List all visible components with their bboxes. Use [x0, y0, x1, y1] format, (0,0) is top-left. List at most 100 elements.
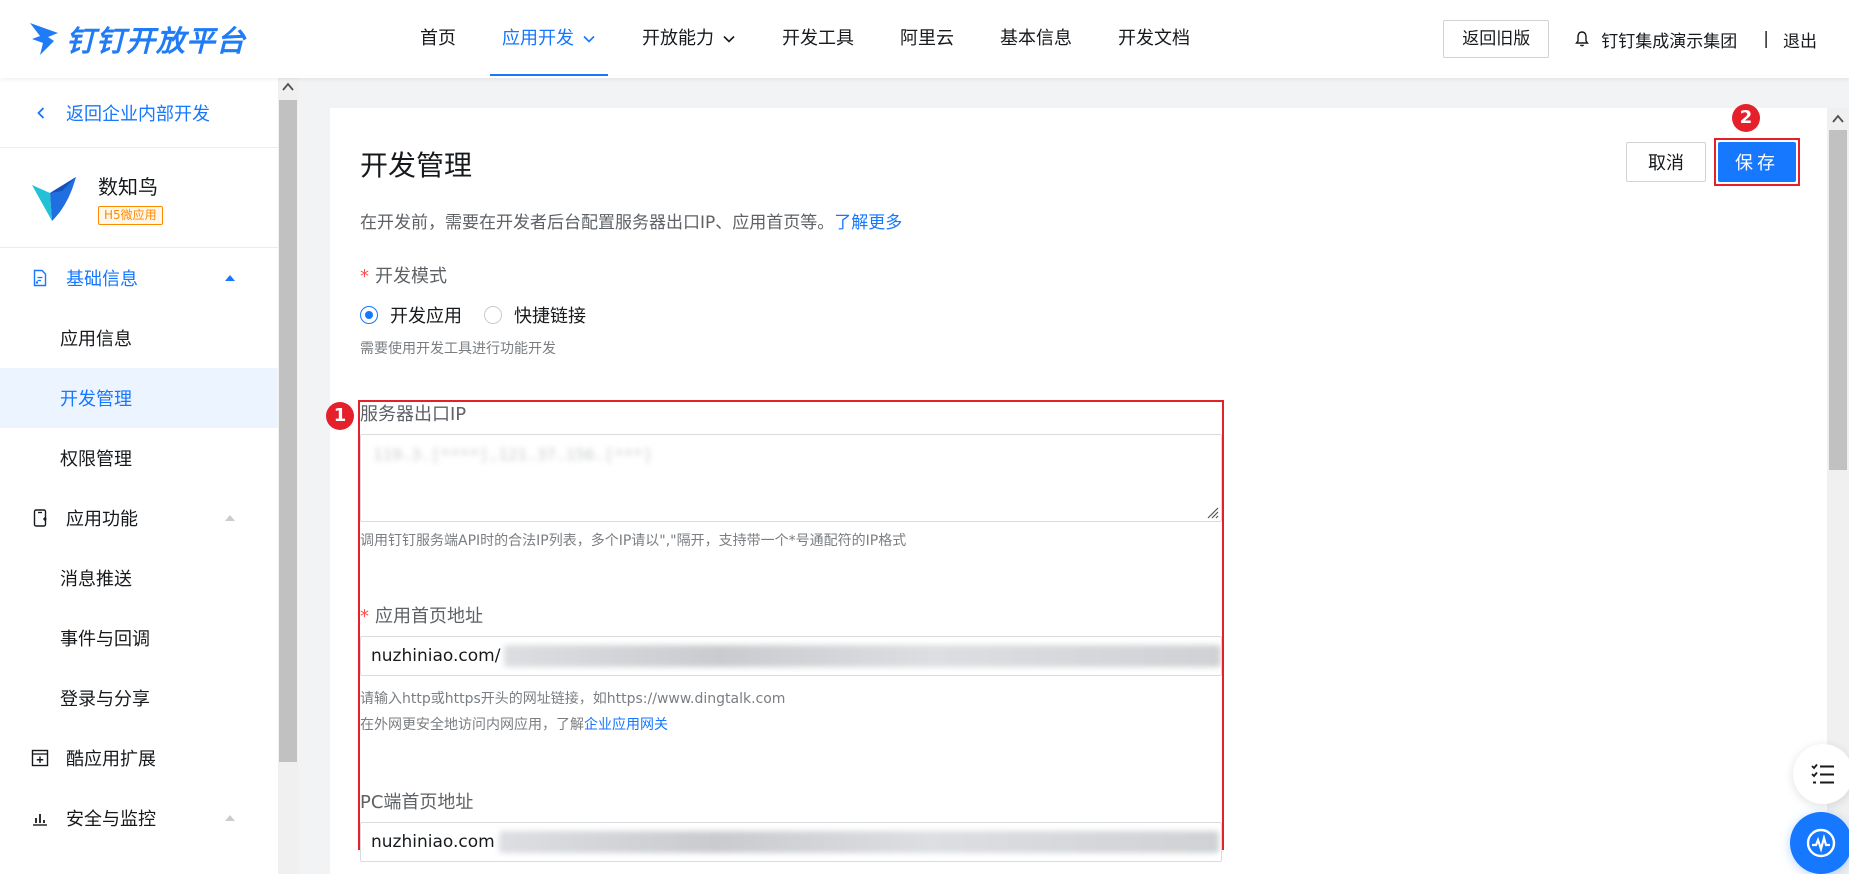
learn-more-link[interactable]: 了解更多 — [834, 213, 902, 233]
nav-item-dev-docs[interactable]: 开发文档 — [1118, 0, 1190, 78]
sidebar-group-cool-app-extension[interactable]: 酷应用扩展 — [0, 728, 278, 788]
caret-up-icon — [225, 275, 235, 281]
chevron-down-icon — [723, 35, 735, 43]
radio-label[interactable]: 开发应用 — [390, 302, 462, 328]
label-text: 开发模式 — [375, 266, 447, 287]
nav-label: 开发文档 — [1118, 28, 1190, 49]
scroll-up-arrow-icon[interactable] — [282, 82, 294, 92]
back-to-internal-dev-link[interactable]: 返回企业内部开发 — [0, 78, 278, 148]
nav-label: 基本信息 — [1000, 28, 1072, 49]
required-mark: * — [360, 606, 369, 627]
dev-mode-radio-group: 开发应用 快捷链接 — [360, 302, 586, 328]
enterprise-gateway-link[interactable]: 企业应用网关 — [584, 717, 668, 733]
group-label: 安全与监控 — [66, 809, 156, 830]
dev-mode-label: * 开发模式 — [360, 262, 447, 288]
nav-label: 阿里云 — [900, 28, 954, 49]
cancel-button[interactable]: 取消 — [1626, 142, 1706, 182]
bar-chart-icon — [33, 814, 47, 826]
back-to-old-version-button[interactable]: 返回旧版 — [1443, 20, 1550, 58]
sidebar-scrollbar[interactable] — [278, 78, 298, 874]
redacted-text — [498, 831, 1219, 853]
nav-right-area: 返回旧版 钉钉集成演示集团 | 退出 — [1443, 0, 1849, 78]
radio-label[interactable]: 快捷链接 — [514, 302, 586, 328]
item-label: 应用信息 — [60, 329, 132, 350]
pc-url-label: PC端首页地址 — [360, 792, 474, 813]
checklist-float-button[interactable] — [1793, 744, 1849, 804]
label-text: 应用首页地址 — [375, 606, 483, 627]
group-label: 应用功能 — [66, 509, 138, 530]
group-label: 基础信息 — [66, 269, 138, 290]
sidebar-group-app-features[interactable]: 应用功能 — [0, 488, 278, 548]
item-label: 开发管理 — [60, 389, 132, 410]
brand-logo[interactable]: 钉钉开放平台 — [28, 18, 246, 60]
required-mark: * — [360, 266, 369, 287]
caret-up-icon — [225, 815, 235, 821]
home-url-hint: 请输入http或https开头的网址链接，如https://www.dingta… — [360, 686, 785, 738]
main-nav: 首页 应用开发 开放能力 开发工具 阿里云 基本信息 开发文档 — [420, 0, 1236, 78]
sidebar-item-dev-management[interactable]: 开发管理 — [0, 368, 278, 428]
logout-link[interactable]: 退出 — [1783, 27, 1817, 52]
redacted-text — [504, 645, 1221, 667]
sidebar: 返回企业内部开发 数知鸟 H5微应用 基础信息 应用信息 开发管理 权限管理 应… — [0, 78, 278, 874]
sidebar-item-events-callbacks[interactable]: 事件与回调 — [0, 608, 278, 668]
divider: | — [1763, 29, 1769, 49]
item-label: 权限管理 — [60, 449, 132, 470]
hint-line-2: 在外网更安全地访问内网应用，了解企业应用网关 — [360, 712, 785, 738]
nav-item-basic-info[interactable]: 基本信息 — [1000, 0, 1072, 78]
plus-box-icon — [31, 749, 49, 767]
nav-item-app-dev[interactable]: 应用开发 — [490, 0, 608, 78]
page-description: 在开发前，需要在开发者后台配置服务器出口IP、应用首页等。了解更多 — [360, 208, 902, 233]
pc-url-input[interactable]: nuzhiniao.com — [360, 822, 1222, 862]
hint-line-1: 请输入http或https开头的网址链接，如https://www.dingta… — [360, 691, 786, 707]
page-title: 开发管理 — [360, 149, 473, 182]
annotation-badge-1: 1 — [326, 402, 354, 430]
assistant-bot-icon — [1806, 828, 1836, 858]
caret-up-icon — [225, 515, 235, 521]
bell-icon[interactable] — [1573, 30, 1591, 48]
nav-label: 应用开发 — [502, 28, 574, 49]
server-ip-label: 服务器出口IP — [360, 404, 467, 425]
nav-item-home[interactable]: 首页 — [420, 0, 456, 78]
sidebar-item-login-share[interactable]: 登录与分享 — [0, 668, 278, 728]
sidebar-group-security-monitoring[interactable]: 安全与监控 — [0, 788, 278, 848]
nav-label: 首页 — [420, 28, 456, 49]
scrollbar-thumb[interactable] — [279, 100, 297, 762]
checklist-icon — [1811, 763, 1834, 784]
dev-management-card: 开发管理 取消 保存 2 在开发前，需要在开发者后台配置服务器出口IP、应用首页… — [326, 104, 1830, 874]
assistant-float-button[interactable] — [1790, 812, 1849, 874]
sidebar-group-basic-info[interactable]: 基础信息 — [0, 248, 278, 308]
save-highlight-frame — [1714, 138, 1800, 186]
scroll-up-arrow-icon[interactable] — [1832, 114, 1844, 124]
brand-name: 钉钉开放平台 — [66, 24, 247, 58]
input-value: nuzhiniao.com — [371, 832, 495, 852]
nav-item-aliyun[interactable]: 阿里云 — [900, 0, 954, 78]
chevron-down-icon — [583, 35, 595, 43]
server-ip-textarea[interactable]: 119.3.[****],121.37.156.[***] — [360, 434, 1222, 522]
back-link-label: 返回企业内部开发 — [66, 103, 210, 125]
item-label: 事件与回调 — [60, 629, 150, 650]
scrollbar-thumb[interactable] — [1829, 130, 1847, 470]
nav-label: 开放能力 — [642, 28, 714, 49]
chevron-left-icon — [37, 106, 45, 119]
dingtalk-logo-icon — [30, 23, 58, 55]
annotation-badge-2: 2 — [1732, 104, 1760, 132]
top-navigation-bar: 钉钉开放平台 首页 应用开发 开放能力 开发工具 阿里云 基本信息 开发文档 返… — [0, 0, 1849, 78]
item-label: 登录与分享 — [60, 689, 150, 710]
doc-icon — [33, 269, 47, 287]
org-name[interactable]: 钉钉集成演示集团 — [1601, 27, 1737, 52]
nav-item-open-capability[interactable]: 开放能力 — [642, 0, 736, 78]
home-url-input[interactable]: nuzhiniao.com/ — [360, 636, 1222, 676]
resize-handle-icon[interactable] — [1205, 505, 1219, 519]
app-type-badge: H5微应用 — [98, 205, 163, 225]
phone-icon — [33, 509, 47, 527]
radio-quick-link[interactable] — [484, 306, 502, 324]
server-ip-hint: 调用钉钉服务端API时的合法IP列表，多个IP请以","隔开，支持带一个*号通配… — [360, 533, 907, 549]
radio-dev-app[interactable] — [360, 306, 378, 324]
home-url-label: * 应用首页地址 — [360, 602, 483, 628]
app-name: 数知鸟 — [98, 174, 158, 199]
nav-label: 开发工具 — [782, 28, 854, 49]
sidebar-item-message-push[interactable]: 消息推送 — [0, 548, 278, 608]
sidebar-item-permission-management[interactable]: 权限管理 — [0, 428, 278, 488]
sidebar-item-app-info[interactable]: 应用信息 — [0, 308, 278, 368]
nav-item-dev-tools[interactable]: 开发工具 — [782, 0, 854, 78]
